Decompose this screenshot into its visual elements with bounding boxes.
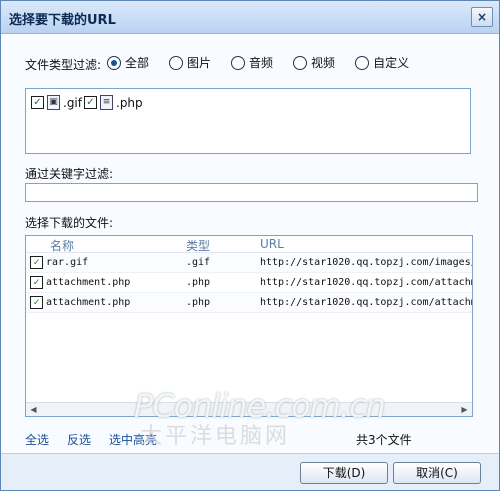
- column-url[interactable]: URL: [260, 237, 284, 251]
- radio-all[interactable]: 全部: [107, 54, 149, 71]
- extension-php[interactable]: ✓ ≡ .php: [84, 95, 143, 110]
- scroll-right-icon[interactable]: ▶: [459, 404, 470, 415]
- button-bar: 下载(D) 取消(C): [1, 453, 499, 490]
- radio-dot-icon[interactable]: [355, 55, 370, 70]
- checkbox-checked-icon[interactable]: ✓: [30, 256, 43, 269]
- file-name: attachment.php: [46, 277, 131, 288]
- radio-dot-icon[interactable]: [231, 55, 246, 70]
- close-icon[interactable]: ×: [471, 7, 493, 27]
- download-url-dialog: 选择要下载的URL × 文件类型过滤: 全部 图片 音频 视频 自定义 ✓ ▣ …: [0, 0, 500, 491]
- file-name: rar.gif: [46, 257, 89, 268]
- cancel-button[interactable]: 取消(C): [393, 462, 481, 484]
- file-type: .gif: [186, 257, 211, 268]
- file-list-header: 名称 类型 URL: [26, 236, 472, 253]
- dialog-title: 选择要下载的URL: [9, 13, 116, 28]
- table-row[interactable]: ✓ attachment.php .php http://star1020.qq…: [26, 273, 472, 293]
- file-type-radio-group: 全部 图片 音频 视频 自定义: [107, 54, 409, 71]
- select-all-link[interactable]: 全选: [25, 431, 49, 448]
- column-name[interactable]: 名称: [50, 237, 74, 254]
- file-url: http://star1020.qq.topzj.com/attachmen: [260, 277, 472, 288]
- file-count: 共3个文件: [356, 433, 412, 447]
- file-type: .php: [186, 277, 211, 288]
- radio-audio[interactable]: 音频: [231, 54, 273, 71]
- radio-video[interactable]: 视频: [293, 54, 335, 71]
- watermark-text: 太平洋电脑网: [140, 424, 291, 449]
- radio-custom[interactable]: 自定义: [355, 54, 409, 71]
- keyword-filter-label: 通过关键字过滤:: [25, 167, 114, 181]
- title-bar: 选择要下载的URL ×: [1, 1, 499, 34]
- extension-list: ✓ ▣ .gif ✓ ≡ .php: [25, 88, 471, 154]
- table-row[interactable]: ✓ attachment.php .php http://star1020.qq…: [26, 293, 472, 313]
- scroll-left-icon[interactable]: ◀: [28, 404, 39, 415]
- file-url: http://star1020.qq.topzj.com/images/at: [260, 257, 472, 268]
- gif-file-icon: ▣: [47, 95, 60, 110]
- php-file-icon: ≡: [100, 95, 113, 110]
- radio-dot-icon[interactable]: [107, 55, 121, 70]
- file-url: http://star1020.qq.topzj.com/attachmen: [260, 297, 472, 308]
- download-button[interactable]: 下载(D): [300, 462, 388, 484]
- table-row[interactable]: ✓ rar.gif .gif http://star1020.qq.topzj.…: [26, 253, 472, 273]
- radio-dot-icon[interactable]: [293, 55, 308, 70]
- keyword-filter-input[interactable]: [25, 183, 478, 202]
- checkbox-checked-icon[interactable]: ✓: [84, 96, 97, 109]
- checkbox-checked-icon[interactable]: ✓: [30, 276, 43, 289]
- radio-dot-icon[interactable]: [169, 55, 184, 70]
- extension-gif[interactable]: ✓ ▣ .gif: [31, 95, 82, 110]
- checkbox-checked-icon[interactable]: ✓: [30, 296, 43, 309]
- file-rows: ✓ rar.gif .gif http://star1020.qq.topzj.…: [26, 253, 472, 313]
- checkbox-checked-icon[interactable]: ✓: [31, 96, 44, 109]
- column-type[interactable]: 类型: [186, 237, 210, 254]
- invert-selection-link[interactable]: 反选: [67, 431, 91, 448]
- file-type: .php: [186, 297, 211, 308]
- file-name: attachment.php: [46, 297, 131, 308]
- radio-images[interactable]: 图片: [169, 54, 211, 71]
- file-type-filter-label: 文件类型过滤:: [25, 58, 102, 72]
- selection-links: 全选 反选 选中高亮: [25, 431, 157, 448]
- files-label: 选择下载的文件:: [25, 216, 114, 230]
